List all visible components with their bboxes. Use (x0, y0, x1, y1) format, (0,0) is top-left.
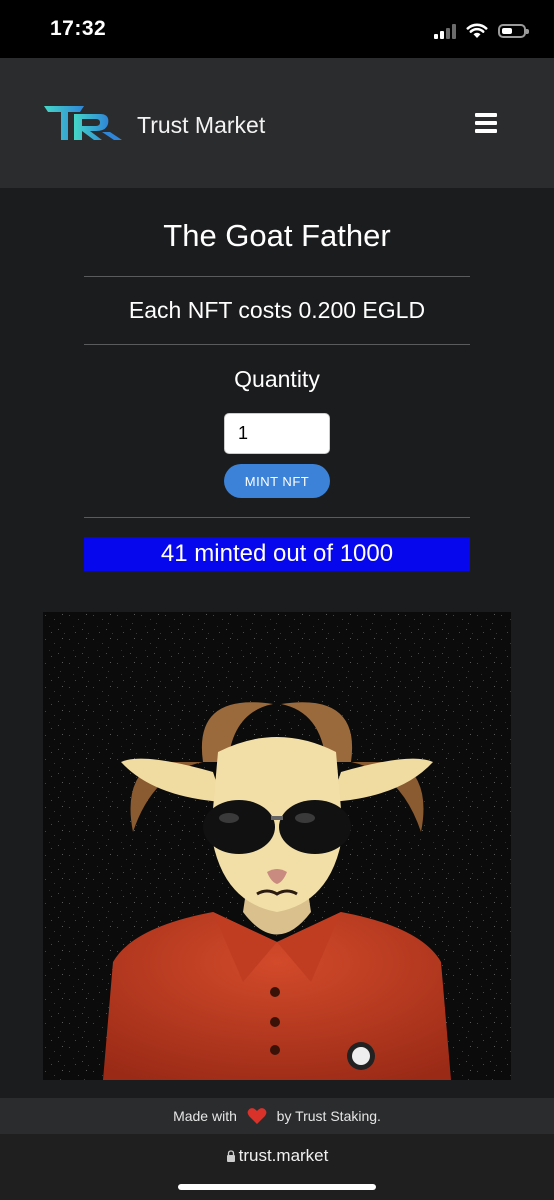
mint-nft-button[interactable]: MINT NFT (224, 464, 330, 498)
hamburger-menu-icon[interactable] (475, 113, 497, 135)
divider (84, 344, 470, 345)
nft-image (43, 612, 511, 1080)
footer: Made with by Trust Staking. (0, 1098, 554, 1134)
navbar: Trust Market (0, 58, 554, 188)
status-bar: 17:32 (0, 0, 554, 58)
wifi-icon (466, 23, 488, 38)
collection-title: The Goat Father (163, 218, 391, 253)
home-indicator[interactable] (178, 1184, 376, 1190)
goat-in-sunglasses-artwork (43, 612, 511, 1080)
brand-name[interactable]: Trust Market (137, 112, 265, 139)
browser-url-bar[interactable]: trust.market (0, 1134, 554, 1200)
divider (84, 517, 470, 518)
status-time: 17:32 (50, 17, 107, 40)
cellular-signal-icon (434, 23, 456, 39)
heart-icon (247, 1108, 267, 1124)
price-text: Each NFT costs 0.200 EGLD (128, 297, 426, 323)
divider (84, 276, 470, 277)
status-icons (434, 20, 529, 42)
url-display[interactable]: trust.market (0, 1146, 554, 1166)
quantity-label: Quantity (234, 366, 320, 392)
url-text: trust.market (238, 1146, 329, 1165)
tr-logo-icon[interactable] (44, 106, 122, 142)
battery-icon (498, 24, 529, 38)
footer-prefix: Made with (173, 1108, 237, 1124)
footer-suffix: by Trust Staking. (276, 1108, 381, 1124)
lock-icon (226, 1150, 235, 1162)
minted-progress-banner: 41 minted out of 1000 (84, 537, 470, 571)
quantity-input[interactable] (224, 413, 330, 454)
